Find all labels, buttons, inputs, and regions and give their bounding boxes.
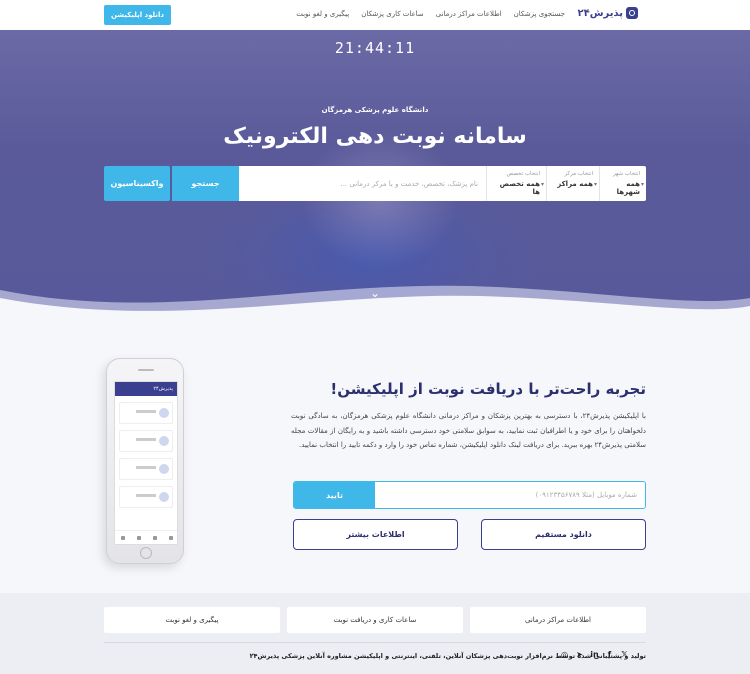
center-select-value: همه مراکز	[557, 180, 593, 188]
specialty-select-value: همه تخصص ها	[499, 180, 540, 196]
search-box: انتخاب شهر همه شهرها ▾ انتخاب مرکز همه م…	[239, 166, 646, 201]
specialty-select-label: انتخاب تخصص	[506, 171, 540, 177]
phone-screen: پذیرش۲۴	[114, 381, 178, 545]
phone-tab-icon	[169, 535, 173, 540]
chevron-down-icon[interactable]: ⌄	[366, 286, 384, 300]
footer-link-track-cancel[interactable]: پیگیری و لغو نوبت	[104, 607, 280, 633]
phone-card-text	[136, 466, 156, 469]
phone-home-button	[140, 547, 152, 559]
phone-card-avatar	[159, 436, 169, 446]
chevron-down-icon: ▾	[640, 181, 644, 188]
phone-number-form: تایید	[293, 481, 646, 509]
phone-tab-icon	[153, 535, 157, 540]
phone-tabbar	[115, 530, 177, 544]
chevron-down-icon: ▾	[540, 181, 544, 188]
clock-display: 21:44:11	[334, 39, 416, 57]
download-app-button[interactable]: دانلود اپلیکیشن	[104, 5, 171, 25]
nav-links: جستجوی پزشکان اطلاعات مراکز درمانی ساعات…	[296, 10, 565, 18]
vaccination-button[interactable]: واکسیناسیون	[104, 166, 170, 201]
phone-speaker	[138, 369, 154, 371]
direct-download-button[interactable]: دانلود مستقیم	[481, 519, 646, 550]
phone-card-avatar	[159, 408, 169, 418]
phone-card	[119, 458, 173, 480]
search-bar: واکسیناسیون جستجو انتخاب شهر همه شهرها ▾…	[104, 166, 646, 201]
app-section-title: تجربه راحت‌تر با دریافت نوبت از اپلیکیشن…	[330, 380, 646, 398]
phone-mockup-image: پذیرش۲۴	[106, 358, 184, 564]
phone-app-header: پذیرش۲۴	[115, 382, 177, 396]
phone-card-avatar	[159, 464, 169, 474]
city-select-value: همه شهرها	[616, 180, 640, 196]
logo-icon	[626, 7, 638, 19]
page-title: سامانه نوبت دهی الکترونیک	[223, 124, 527, 149]
city-select-label: انتخاب شهر	[612, 171, 640, 177]
nav-link-centers-info[interactable]: اطلاعات مراکز درمانی	[436, 10, 502, 18]
phone-card-text	[136, 410, 156, 413]
nav-link-working-hours[interactable]: ساعات کاری پزشکان	[361, 10, 424, 18]
top-navbar: دانلود اپلیکیشن جستجوی پزشکان اطلاعات مر…	[0, 0, 750, 30]
hero-banner: 21:44:11 دانشگاه علوم پزشکی هرمزگان ساما…	[0, 30, 750, 332]
more-info-button[interactable]: اطلاعات بیشتر	[293, 519, 458, 550]
phone-card-text	[136, 494, 156, 497]
phone-tab-icon	[121, 535, 125, 540]
hero-wave-divider	[0, 285, 750, 332]
footer: اطلاعات مراکز درمانی ساعات کاری و دریافت…	[0, 593, 750, 674]
phone-card-text	[136, 438, 156, 441]
mobile-number-input[interactable]	[375, 482, 645, 508]
city-select[interactable]: انتخاب شهر همه شهرها ▾	[599, 166, 646, 201]
center-select-label: انتخاب مرکز	[564, 171, 593, 177]
app-section-description: با اپلیکیشن پذیرش۲۴، با دسترسی به بهترین…	[291, 412, 646, 449]
phone-card	[119, 486, 173, 508]
nav-link-track-cancel[interactable]: پیگیری و لغو نوبت	[296, 10, 349, 18]
confirm-button[interactable]: تایید	[294, 482, 375, 508]
phone-card-avatar	[159, 492, 169, 502]
center-select[interactable]: انتخاب مرکز همه مراکز ▾	[546, 166, 599, 201]
footer-copyright: تولید و پشتیبانی شده توسط نرم‌افزار نوبت…	[249, 652, 646, 660]
specialty-select[interactable]: انتخاب تخصص همه تخصص ها ▾	[486, 166, 546, 201]
phone-card	[119, 430, 173, 452]
footer-link-working-hours[interactable]: ساعات کاری و دریافت نوبت	[287, 607, 463, 633]
search-button[interactable]: جستجو	[172, 166, 239, 201]
university-name: دانشگاه علوم پزشکی هرمزگان	[321, 106, 429, 114]
footer-link-centers-info[interactable]: اطلاعات مراکز درمانی	[470, 607, 646, 633]
footer-divider	[104, 642, 646, 643]
site-logo[interactable]: پذیرش۲۴	[577, 7, 638, 19]
phone-card	[119, 402, 173, 424]
logo-text: پذیرش۲۴	[577, 7, 623, 19]
phone-tab-icon	[137, 535, 141, 540]
nav-link-search-doctors[interactable]: جستجوی پزشکان	[514, 10, 565, 18]
chevron-down-icon: ▾	[593, 181, 597, 188]
search-input[interactable]	[239, 166, 486, 201]
